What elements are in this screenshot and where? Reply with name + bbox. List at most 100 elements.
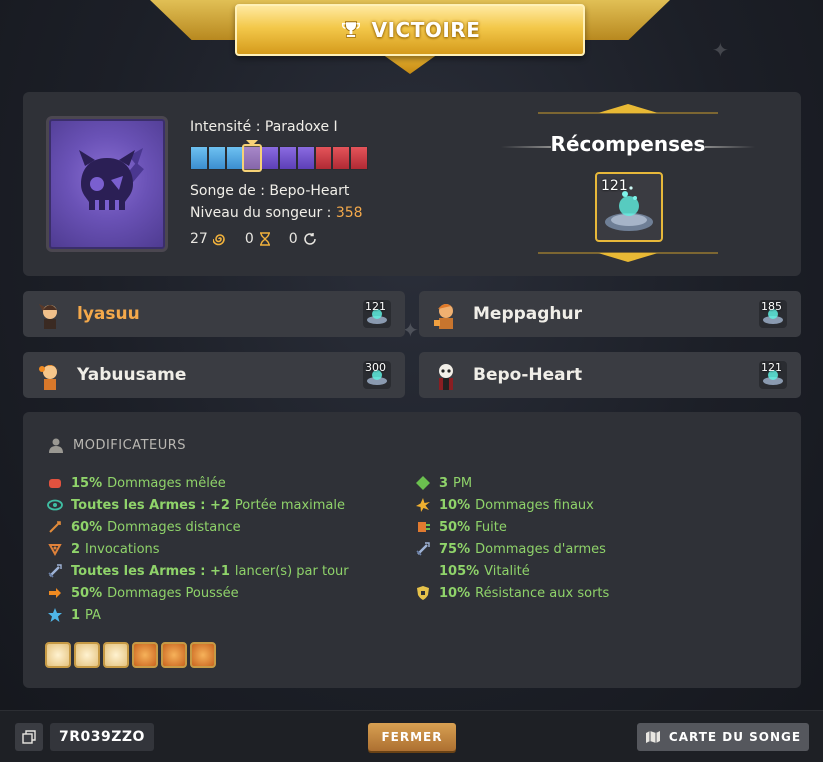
player-card[interactable]: Bepo-Heart 121 — [419, 352, 801, 398]
sword-icon — [48, 564, 62, 578]
sword-icon — [416, 542, 430, 556]
modifier-value: 15% — [71, 475, 103, 491]
modifier-label: lancer(s) par tour — [234, 563, 349, 579]
gauge-segment — [225, 146, 244, 170]
player-avatar — [39, 304, 57, 329]
modifier-label: Invocations — [85, 541, 160, 557]
player-name: Bepo-Heart — [473, 365, 583, 385]
challenge-badge-icon[interactable] — [161, 642, 187, 668]
gauge-cursor-tip — [246, 140, 259, 146]
modifier-label: PM — [453, 475, 473, 491]
dreamer-label: Songe de : Bepo-Heart — [190, 183, 350, 199]
modifier-value: Toutes les Armes : +2 — [71, 497, 230, 513]
challenge-badge-icon[interactable] — [132, 642, 158, 668]
refresh-icon — [303, 233, 316, 245]
spiral-counter: 27 — [190, 231, 227, 247]
modifier-label: PA — [85, 607, 101, 623]
modifier-value: 105% — [439, 563, 480, 579]
reward-item[interactable]: 121 — [595, 172, 663, 242]
player-avatar — [39, 365, 59, 390]
player-name: lyasuu — [77, 304, 140, 324]
hourglass-counter: 0 — [245, 231, 271, 247]
challenge-badge-icon[interactable] — [103, 642, 129, 668]
hourglass-counter-value: 0 — [244, 231, 254, 247]
player-avatar — [439, 364, 453, 390]
close-button[interactable]: FERMER — [368, 723, 456, 751]
burst-icon — [416, 498, 430, 512]
skull-icon — [79, 148, 144, 210]
modifier-item: Toutes les Armes : +2 Portée maximale — [47, 494, 349, 516]
player-reward: 121 — [759, 361, 787, 389]
rewards-title: Récompenses — [550, 132, 706, 156]
person-icon — [49, 438, 63, 453]
modifier-value: 3 — [439, 475, 449, 491]
modifier-value: 10% — [439, 585, 471, 601]
modifier-item: 75% Dommages d'armes — [415, 538, 609, 560]
player-card[interactable]: Meppaghur 185 — [419, 291, 801, 337]
modifier-value: 2 — [71, 541, 81, 557]
hourglass-icon — [259, 232, 270, 246]
rewards-section: Récompenses 121 — [493, 102, 763, 262]
modifier-label: Fuite — [475, 519, 507, 535]
footer-bar: 7R039ZZO FERMER CARTE DU SONGE — [0, 710, 823, 762]
modifier-label: Dommages finaux — [475, 497, 594, 513]
trophy-icon — [341, 21, 360, 38]
modifier-item: 3 PM — [415, 472, 609, 494]
player-reward-count: 300 — [365, 361, 386, 374]
dream-map-label: CARTE DU SONGE — [668, 730, 802, 744]
dream-portrait — [46, 116, 168, 252]
diamond-icon — [416, 476, 430, 490]
gauge-cursor — [242, 144, 263, 172]
heart-icon — [415, 563, 431, 579]
modifier-value: 50% — [439, 519, 471, 535]
challenge-badges — [45, 642, 216, 668]
player-card[interactable]: Yabuusame 300 — [23, 352, 405, 398]
gold-divider-top — [538, 104, 718, 114]
player-card[interactable]: lyasuu 121 — [23, 291, 405, 337]
bow-icon — [49, 521, 61, 533]
player-name: Meppaghur — [473, 304, 583, 324]
fist-icon — [49, 479, 61, 488]
player-reward-count: 121 — [761, 361, 782, 374]
modifier-item: 2 Invocations — [47, 538, 349, 560]
sparkle-decoration: ✦ — [712, 38, 729, 62]
modifier-value: 1 — [71, 607, 81, 623]
modifier-label: Portée maximale — [234, 497, 345, 513]
star-icon — [48, 608, 62, 622]
refresh-counter: 0 — [289, 231, 317, 247]
intensity-label: Intensité : Paradoxe I — [190, 119, 338, 135]
modifier-item: Toutes les Armes : +1 lancer(s) par tour — [47, 560, 349, 582]
arrow-icon — [49, 588, 61, 598]
modifier-value: 50% — [71, 585, 103, 601]
modifier-item: 10% Résistance aux sorts — [415, 582, 609, 604]
modifiers-title: MODIFICATEURS — [73, 437, 187, 453]
challenge-badge-icon[interactable] — [190, 642, 216, 668]
modifiers-list-left: 15% Dommages mêlée Toutes les Armes : +2 Po… — [47, 472, 349, 626]
modifier-label: Vitalité — [484, 563, 530, 579]
modifier-item: 50% Fuite — [415, 516, 609, 538]
spiral-icon — [212, 234, 225, 246]
player-reward-count: 185 — [761, 300, 782, 313]
modifier-value: 75% — [439, 541, 471, 557]
gauge-segment — [332, 146, 351, 170]
dream-map-button[interactable]: CARTE DU SONGE — [637, 723, 809, 751]
player-avatar — [434, 304, 454, 329]
gold-divider-bottom — [538, 252, 718, 262]
modifier-item: 105% Vitalité — [415, 560, 609, 582]
copy-code-button[interactable] — [15, 723, 43, 751]
victory-banner: VICTOIRE — [150, 0, 670, 78]
modifier-item: 1 PA — [47, 604, 349, 626]
challenge-badge-icon[interactable] — [74, 642, 100, 668]
modifier-label: Dommages d'armes — [475, 541, 606, 557]
modifier-item: 60% Dommages distance — [47, 516, 349, 538]
eye-icon — [47, 499, 63, 511]
gauge-segment — [207, 146, 226, 170]
dream-counters: 27 0 0 — [190, 228, 450, 250]
dreamer-level-label: Niveau du songeur : — [190, 205, 336, 221]
gauge-segment — [261, 146, 279, 170]
modifier-item: 50% Dommages Poussée — [47, 582, 349, 604]
modifiers-list-right: 3 PM 10% Dommages finaux 50% Fuite 75% Dommages… — [415, 472, 609, 604]
page-title: VICTOIRE — [371, 18, 481, 42]
challenge-badge-icon[interactable] — [45, 642, 71, 668]
modifier-label: Dommages Poussée — [107, 585, 239, 601]
